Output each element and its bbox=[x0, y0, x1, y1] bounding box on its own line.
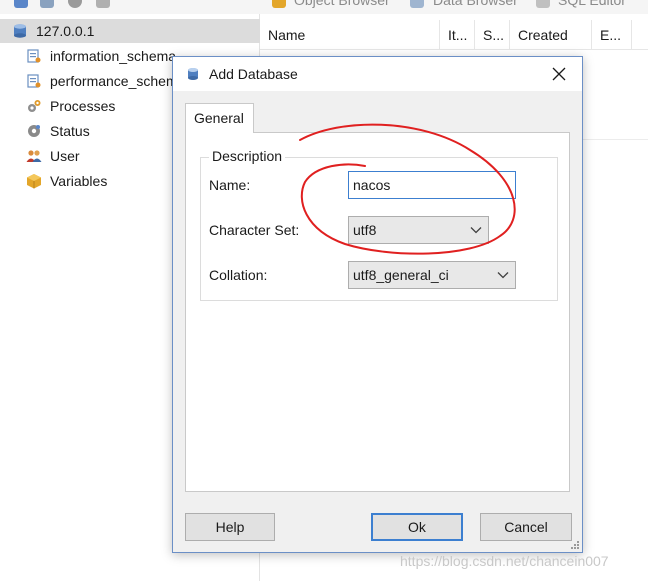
column-header-items[interactable]: It... bbox=[440, 20, 475, 50]
tree-item-label: performance_schema bbox=[50, 73, 186, 89]
group-title: Description bbox=[209, 148, 286, 164]
collation-value: utf8_general_ci bbox=[353, 267, 449, 283]
users-icon bbox=[26, 150, 42, 162]
object-browser-tab[interactable]: Object Browser bbox=[294, 0, 390, 8]
data-browser-icon bbox=[410, 0, 424, 8]
close-button[interactable] bbox=[542, 61, 576, 87]
collation-label: Collation: bbox=[209, 267, 268, 283]
server-icon bbox=[14, 24, 26, 38]
column-header-created[interactable]: Created bbox=[510, 20, 592, 50]
database-name-input[interactable] bbox=[348, 171, 516, 199]
toolbar-connect-icon[interactable] bbox=[40, 0, 54, 8]
status-gear-icon bbox=[28, 125, 40, 137]
tree-item-server[interactable]: 127.0.0.1 bbox=[0, 19, 260, 43]
tree-item-label: User bbox=[50, 148, 80, 164]
name-label: Name: bbox=[209, 177, 251, 193]
sql-editor-tab[interactable]: SQL Editor bbox=[558, 0, 626, 8]
toolbar-tools-icon[interactable] bbox=[96, 0, 110, 8]
chevron-down-icon bbox=[497, 272, 509, 279]
tree-item-label: information_schema bbox=[50, 48, 177, 64]
grid-header: Name It... S... Created E... bbox=[260, 20, 648, 50]
box-icon bbox=[27, 174, 41, 189]
database-icon bbox=[27, 49, 41, 63]
close-icon bbox=[552, 67, 566, 81]
tree-item-label: Variables bbox=[50, 173, 108, 189]
database-icon bbox=[188, 68, 198, 80]
collation-select[interactable]: utf8_general_ci bbox=[348, 261, 516, 289]
gears-icon bbox=[28, 100, 41, 112]
toolbar-refresh-icon[interactable] bbox=[14, 0, 28, 8]
watermark: https://blog.csdn.net/chancein007 bbox=[400, 553, 609, 569]
dialog-title: Add Database bbox=[209, 66, 298, 82]
cancel-button[interactable]: Cancel bbox=[480, 513, 572, 541]
ok-button[interactable]: Ok bbox=[371, 513, 463, 541]
resize-grip-icon[interactable] bbox=[570, 540, 580, 550]
chevron-down-icon bbox=[470, 227, 482, 234]
column-header-size[interactable]: S... bbox=[475, 20, 510, 50]
toolbar-clock-icon[interactable] bbox=[68, 0, 82, 8]
tab-general[interactable]: General bbox=[185, 103, 254, 133]
charset-value: utf8 bbox=[353, 222, 377, 238]
column-header-engine[interactable]: E... bbox=[592, 20, 632, 50]
tree-item-label: 127.0.0.1 bbox=[36, 23, 95, 39]
charset-label: Character Set: bbox=[209, 222, 300, 238]
tree-item-label: Status bbox=[50, 123, 90, 139]
charset-select[interactable]: utf8 bbox=[348, 216, 489, 244]
object-browser-icon bbox=[272, 0, 286, 8]
database-icon bbox=[27, 74, 41, 88]
add-database-dialog: Add Database General Description Name: C… bbox=[172, 56, 583, 553]
help-button[interactable]: Help bbox=[185, 513, 275, 541]
tree-item-label: Processes bbox=[50, 98, 116, 114]
data-browser-tab[interactable]: Data Browser bbox=[433, 0, 518, 8]
sql-editor-icon bbox=[536, 0, 550, 8]
dialog-titlebar[interactable]: Add Database bbox=[173, 57, 582, 91]
toolbar: Object Browser Data Browser SQL Editor bbox=[0, 0, 648, 14]
column-header-name[interactable]: Name bbox=[260, 20, 440, 50]
